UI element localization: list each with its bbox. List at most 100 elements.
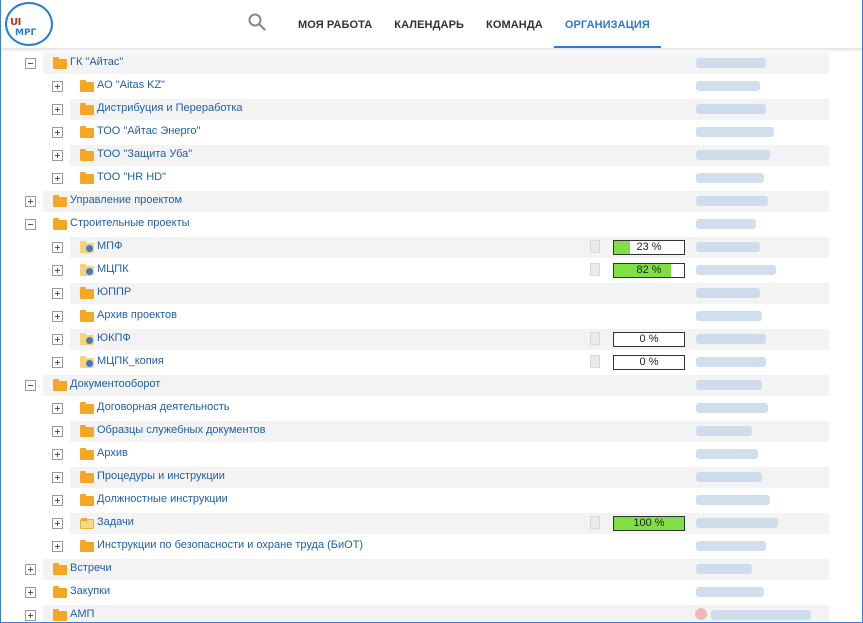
tree-row[interactable]: АМП [1,604,862,622]
tree-item-label[interactable]: Инструкции по безопасности и охране труд… [97,539,363,551]
tree-item-label[interactable]: Задачи [97,516,134,528]
tree-item-label[interactable]: МЦПК [97,263,129,275]
tree-item-label[interactable]: Документооборот [70,378,160,390]
tree-row[interactable]: ГК "Айтас" [1,52,862,75]
tree-row[interactable]: МЦПК 82 % [1,259,862,282]
tree-row[interactable]: ЮППР [1,282,862,305]
tree-item-label[interactable]: МПФ [97,240,122,252]
tree-row[interactable]: Процедуры и инструкции [1,466,862,489]
responsible-person-blurred [696,426,752,436]
tree-row[interactable]: Инструкции по безопасности и охране труд… [1,535,862,558]
expand-icon[interactable] [52,541,63,552]
expand-icon[interactable] [52,265,63,276]
collapse-icon[interactable] [25,58,36,69]
expand-icon[interactable] [52,81,63,92]
collapse-icon[interactable] [25,219,36,230]
tree-item-label[interactable]: ТОО "Айтас Энерго" [97,125,200,137]
expand-icon[interactable] [25,587,36,598]
progress-label: 82 % [636,264,662,276]
expand-icon[interactable] [25,610,36,621]
tree-item-label[interactable]: Договорная деятельность [97,401,230,413]
nav-tab-0[interactable]: МОЯ РАБОТА [287,0,383,48]
expand-icon[interactable] [52,518,63,529]
expand-icon[interactable] [52,426,63,437]
expand-icon[interactable] [52,173,63,184]
tree-row[interactable]: ТОО "Защита Уба" [1,144,862,167]
tree-row[interactable]: Управление проектом [1,190,862,213]
search-icon[interactable] [248,13,266,31]
tree-row[interactable]: Должностные инструкции [1,489,862,512]
expand-icon[interactable] [52,472,63,483]
tree-row[interactable]: МЦПК_копия 0 % [1,351,862,374]
tree-item-label[interactable]: ГК "Айтас" [70,56,123,68]
tree-item-label[interactable]: Процедуры и инструкции [97,470,225,482]
collapse-icon[interactable] [25,380,36,391]
expand-icon[interactable] [25,196,36,207]
expand-icon[interactable] [52,127,63,138]
tree-item-label[interactable]: ЮКПФ [97,332,131,344]
bookmark-icon[interactable] [590,240,600,253]
folder-icon [80,80,94,92]
nav-tab-3[interactable]: ОРГАНИЗАЦИЯ [553,0,661,48]
expand-icon[interactable] [52,403,63,414]
tree-item-label[interactable]: Архив [97,447,128,459]
tree-item-label[interactable]: АМП [70,608,94,620]
responsible-person-blurred [696,587,764,597]
tree-item-label[interactable]: ТОО "Защита Уба" [97,148,192,160]
bookmark-icon[interactable] [590,516,600,529]
tree-item-label[interactable]: Строительные проекты [70,217,190,229]
tree-item-label[interactable]: Закупки [70,585,110,597]
bookmark-icon[interactable] [590,263,600,276]
tree-item-label[interactable]: АО "Aitas KZ" [97,79,165,91]
logo-initials: UI [10,17,21,28]
folder-icon [80,448,94,460]
expand-icon[interactable] [52,150,63,161]
tree-row[interactable]: Образцы служебных документов [1,420,862,443]
tree-row[interactable]: Архив проектов [1,305,862,328]
tree-item-label[interactable]: ТОО "HR HD" [97,171,166,183]
tree-row[interactable]: Договорная деятельность [1,397,862,420]
tree-row[interactable]: МПФ 23 % [1,236,862,259]
tree-row[interactable]: Архив [1,443,862,466]
responsible-person-blurred [696,150,770,160]
company-logo[interactable]: UI МРГ [5,2,53,46]
tree-item-label[interactable]: ЮППР [97,286,131,298]
tree-row[interactable]: Документооборот [1,374,862,397]
tree-item-label[interactable]: Дистрибуция и Переработка [97,102,243,114]
folder-icon [80,287,94,299]
expand-icon[interactable] [52,449,63,460]
nav-tab-2[interactable]: КОМАНДА [475,0,554,48]
responsible-person-blurred [696,541,766,551]
expand-icon[interactable] [52,242,63,253]
expand-icon[interactable] [52,334,63,345]
responsible-person-blurred [696,242,760,252]
tree-row[interactable]: ТОО "HR HD" [1,167,862,190]
tree-item-label[interactable]: Образцы служебных документов [97,424,266,436]
expand-icon[interactable] [52,495,63,506]
expand-icon[interactable] [52,357,63,368]
folder-icon [53,563,67,575]
tree-item-label[interactable]: Должностные инструкции [97,493,228,505]
expand-icon[interactable] [52,311,63,322]
responsible-person-blurred [696,311,762,321]
tree-item-label[interactable]: Управление проектом [70,194,182,206]
tree-item-label[interactable]: Архив проектов [97,309,177,321]
progress-label: 0 % [639,356,659,368]
expand-icon[interactable] [52,104,63,115]
tree-row[interactable]: Задачи 100 % [1,512,862,535]
tree-row[interactable]: Дистрибуция и Переработка [1,98,862,121]
bookmark-icon[interactable] [590,355,600,368]
expand-icon[interactable] [52,288,63,299]
nav-tab-1[interactable]: КАЛЕНДАРЬ [383,0,475,48]
bookmark-icon[interactable] [590,332,600,345]
responsible-person-blurred [696,380,762,390]
expand-icon[interactable] [25,564,36,575]
tree-row[interactable]: ЮКПФ 0 % [1,328,862,351]
tree-item-label[interactable]: Встречи [70,562,112,574]
tree-row[interactable]: Закупки [1,581,862,604]
tree-row[interactable]: Строительные проекты [1,213,862,236]
tree-row[interactable]: ТОО "Айтас Энерго" [1,121,862,144]
tree-row[interactable]: АО "Aitas KZ" [1,75,862,98]
tree-item-label[interactable]: МЦПК_копия [97,355,164,367]
tree-row[interactable]: Встречи [1,558,862,581]
